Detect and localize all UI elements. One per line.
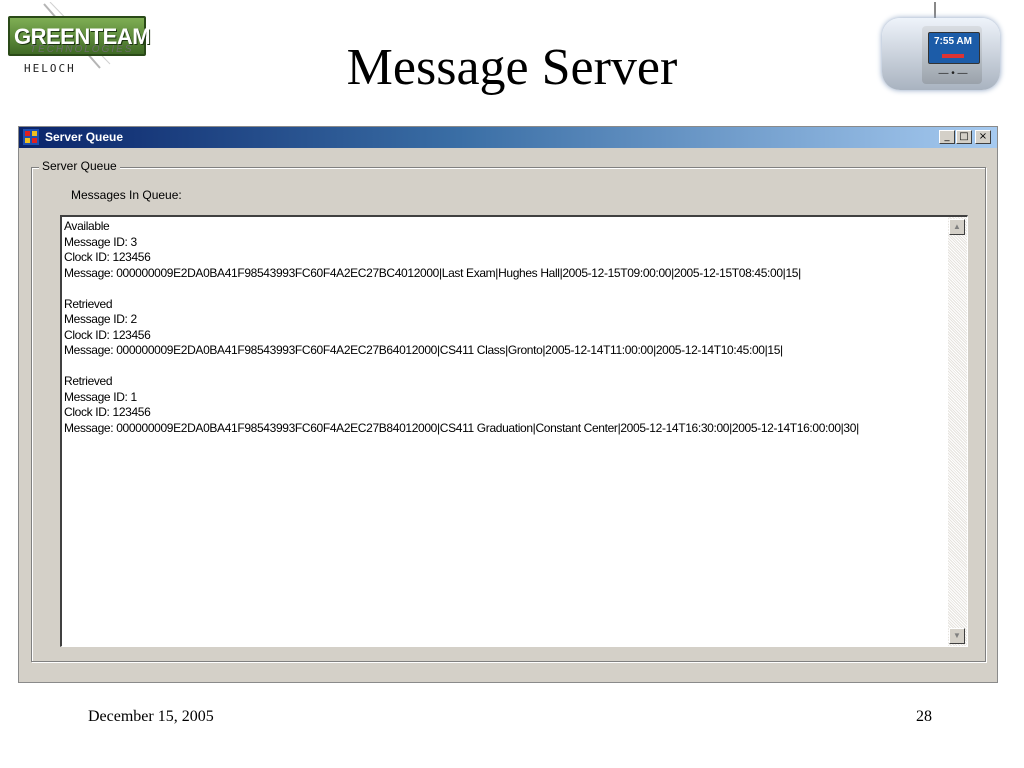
scroll-down-arrow-icon[interactable]: ▼ — [949, 628, 965, 644]
minimize-button[interactable]: _ — [939, 130, 955, 144]
device-keys: — • — — [938, 68, 968, 79]
footer-date: December 15, 2005 — [88, 708, 214, 725]
message-payload: Message: 000000009E2DA0BA41F98543993FC60… — [64, 265, 801, 280]
message-status: Retrieved — [64, 296, 113, 311]
window-titlebar[interactable]: Server Queue _ □ × — [19, 127, 997, 148]
message-entry: Retrieved Message ID: 1 Clock ID: 123456… — [64, 374, 944, 436]
device-status-bar — [942, 54, 964, 58]
app-icon[interactable] — [23, 129, 39, 145]
page-number: 28 — [916, 708, 932, 725]
clock-id: Clock ID: 123456 — [64, 405, 151, 419]
server-queue-window: Server Queue _ □ × Server Queue Messages… — [18, 126, 998, 683]
message-payload: Message: 000000009E2DA0BA41F98543993FC60… — [64, 420, 859, 435]
vertical-scrollbar[interactable]: ▲ ▼ — [948, 217, 967, 646]
message-entry: Available Message ID: 3 Clock ID: 123456… — [64, 219, 944, 281]
messages-textbox[interactable]: Available Message ID: 3 Clock ID: 123456… — [60, 215, 968, 647]
message-id: Message ID: 2 — [64, 312, 137, 326]
scroll-up-arrow-icon[interactable]: ▲ — [949, 219, 965, 235]
slide-title: Message Server — [346, 39, 678, 96]
groupbox-label: Server Queue — [39, 159, 120, 173]
device-body: 7:55 AM — • — — [882, 18, 1000, 90]
message-status: Available — [64, 219, 110, 233]
window-title: Server Queue — [45, 130, 124, 144]
message-status: Retrieved — [64, 374, 113, 388]
message-id: Message ID: 1 — [64, 389, 137, 404]
clock-device-image: 7:55 AM — • — — [878, 2, 1006, 92]
maximize-button[interactable]: □ — [956, 130, 972, 144]
messages-content: Available Message ID: 3 Clock ID: 123456… — [64, 219, 944, 452]
messages-in-queue-label: Messages In Queue: — [71, 188, 182, 202]
message-entry: Retrieved Message ID: 2 Clock ID: 123456… — [64, 297, 944, 359]
message-id: Message ID: 3 — [64, 234, 137, 249]
close-button[interactable]: × — [975, 130, 991, 144]
clock-id: Clock ID: 123456 — [64, 327, 151, 342]
message-payload: Message: 000000009E2DA0BA41F98543993FC60… — [64, 343, 783, 357]
clock-id: Clock ID: 123456 — [64, 250, 151, 264]
device-time: 7:55 AM — [934, 36, 972, 47]
